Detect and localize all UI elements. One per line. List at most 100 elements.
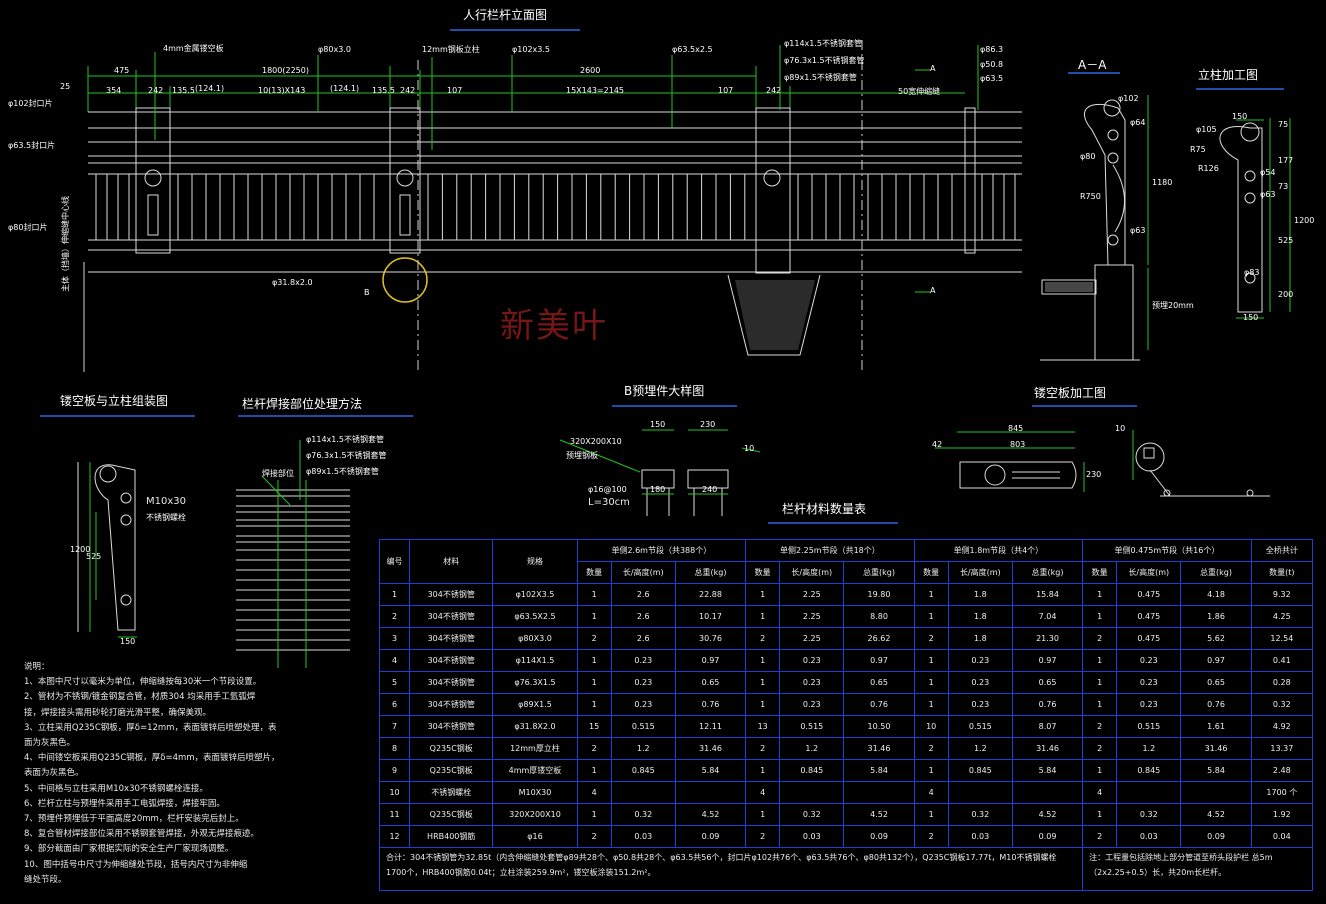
- table-cell: Q235C钢板: [409, 759, 494, 782]
- table-cell: Q235C钢板: [409, 737, 494, 760]
- table-cell: 1: [913, 671, 949, 694]
- table-cell: 1.8: [947, 605, 1013, 628]
- table-cell: 1: [913, 759, 949, 782]
- table-title: 栏杆材料数量表: [782, 502, 867, 516]
- dim-15x143: 15X143=2145: [566, 86, 624, 95]
- table-cell: 2: [745, 737, 781, 760]
- table-cell: 1.61: [1180, 715, 1252, 738]
- table-row: 4 304不锈钢管 φ114X1.5 1 0.23 0.97 1 0.23 0.97 1 0.23 0…: [378, 649, 1314, 672]
- table-cell: 9: [378, 759, 411, 782]
- table-cell: 1: [576, 759, 612, 782]
- table-cell: 7: [378, 715, 411, 738]
- table-cell: 4: [1082, 781, 1118, 804]
- table-cell: 2: [576, 627, 612, 650]
- table-cell: [610, 781, 676, 804]
- table-footer-note: 注：工程量包括除地上部分管道至桥头段护栏 总5m（2x2.25+0.5）长，共2…: [1082, 847, 1313, 891]
- sec-d64: φ64: [1130, 118, 1146, 127]
- table-cell: 0.65: [1011, 671, 1084, 694]
- table-cell: 0.23: [947, 649, 1013, 672]
- th-group-2: 单侧2.25m节段（共18个）: [745, 539, 915, 562]
- table-cell: 2.48: [1250, 759, 1314, 782]
- label-cap-80: φ80封口片: [8, 223, 48, 232]
- table-cell: [1011, 781, 1084, 804]
- post-h1200: 1200: [1294, 216, 1315, 225]
- table-cell: 2: [576, 825, 612, 848]
- table-cell: 0.23: [610, 693, 676, 716]
- table-cell: φ76.3X1.5: [492, 671, 578, 694]
- label-r-d863: φ86.3: [980, 45, 1004, 54]
- table-cell: 2.25: [779, 605, 845, 628]
- sec-h-bot: 预埋20mm: [1152, 301, 1194, 310]
- table-cell: 4.52: [1011, 803, 1084, 826]
- dim-1241a: (124.1): [195, 84, 225, 93]
- table-cell: 1.2: [947, 737, 1013, 760]
- table-cell: 1.86: [1180, 605, 1252, 628]
- table-cell: 2: [913, 737, 949, 760]
- table-cell: 1: [1082, 649, 1118, 672]
- notes-block: 说明： 1、本图中尺寸以毫米为单位，伸缩缝按每30米一个节段设置。 2、管材为不锈…: [24, 660, 280, 888]
- table-cell: 12: [378, 825, 411, 848]
- table-cell: 2: [1082, 715, 1118, 738]
- table-cell: 0.76: [1011, 693, 1084, 716]
- table-cell: 0.97: [843, 649, 915, 672]
- table-cell: 0.23: [1116, 649, 1182, 672]
- table-cell: 1700 个: [1250, 781, 1314, 804]
- table-cell: 1: [913, 583, 949, 606]
- weld-title: 栏杆焊接部位处理方法: [242, 397, 363, 411]
- table-cell: 2.6: [610, 627, 676, 650]
- table-cell: 11: [378, 803, 411, 826]
- table-row: 11 Q235C钢板 320X200X10 1 0.32 4.52 1 0.32 4.52 1 0.…: [378, 803, 1314, 826]
- title-underline: [768, 522, 898, 524]
- note-line: 3、立柱采用Q235C钢板，厚δ=12mm，表面镀锌后喷塑处理，表: [24, 722, 277, 733]
- title-underline: [612, 405, 737, 407]
- table-cell: 0.65: [674, 671, 747, 694]
- th-total: 全桥共计: [1250, 539, 1314, 562]
- table-cell: 2.25: [779, 583, 845, 606]
- table-cell: 304不锈钢管: [409, 605, 494, 628]
- table-cell: 0.515: [610, 715, 676, 738]
- table-row: 9 Q235C钢板 4mm厚镂空板 1 0.845 5.84 1 0.845 5.84 1 0.84…: [378, 759, 1314, 782]
- th-wt: 总重(kg): [1180, 561, 1252, 584]
- table-cell: 21.30: [1011, 627, 1084, 650]
- dim-10x143: 10(13)X143: [258, 86, 306, 95]
- th-group-3: 单侧1.8m节段（共4个）: [913, 539, 1084, 562]
- table-row: 12 HRB400钢筋 φ16 2 0.03 0.09 2 0.03 0.09 2 0.03 0.09…: [378, 825, 1314, 848]
- table-footer-summary: 合计：304不锈钢管为32.85t（内含伸缩缝处套管φ89共28个、φ50.8共…: [378, 847, 1084, 891]
- table-cell: 1.2: [1116, 737, 1182, 760]
- panel-drawing: [935, 430, 1270, 497]
- table-cell: 0.09: [674, 825, 747, 848]
- mark-b: B: [364, 288, 370, 297]
- table-cell: 0.97: [1180, 649, 1252, 672]
- table-cell: 1.8: [947, 583, 1013, 606]
- th-qty: 数量: [576, 561, 612, 584]
- post-h73: 73: [1278, 182, 1289, 191]
- table-cell: 10: [378, 781, 411, 804]
- label-wall-note: 主体（挡墙）伸缩缝中心线: [61, 196, 70, 292]
- weld-d114: φ114x1.5不锈钢套管: [306, 435, 385, 444]
- label-d89: φ89x1.5不锈钢套管: [784, 73, 857, 82]
- table-cell: 2: [1082, 737, 1118, 760]
- table-cell: 0.475: [1116, 583, 1182, 606]
- table-cell: 10: [913, 715, 949, 738]
- panel-w845: 845: [1008, 424, 1024, 433]
- th-len: 长/高度(m): [947, 561, 1013, 584]
- note-line: 10、图中括号中尺寸为伸缩缝处节段，括号内尺寸为非伸缩: [24, 859, 248, 870]
- table-cell: 12mm厚立柱: [492, 737, 578, 760]
- table-cell: 4.52: [674, 803, 747, 826]
- table-cell: 0.28: [1250, 671, 1314, 694]
- elevation-title: 人行栏杆立面图: [463, 8, 548, 22]
- title-underline: [40, 415, 195, 417]
- panel-t10: 10: [1115, 424, 1126, 433]
- table-cell: 0.23: [1116, 693, 1182, 716]
- title-underline: [1196, 88, 1284, 90]
- table-cell: 1: [576, 649, 612, 672]
- post-h200: 200: [1278, 290, 1294, 299]
- post-d63: φ63: [1260, 190, 1276, 199]
- table-cell: 2: [913, 825, 949, 848]
- th-no: 编号: [378, 539, 411, 584]
- note-line: 接，焊接接头需用砂轮打磨光滑平整，确保美观。: [24, 707, 212, 718]
- table-row: 1 304不锈钢管 φ102X3.5 1 2.6 22.88 1 2.25 19.80 1 1.8 1…: [378, 583, 1314, 606]
- table-cell: 0.475: [1116, 627, 1182, 650]
- material-table: 编号 材料 规格 单侧2.6m节段（共388个） 单侧2.25m节段（共18个）…: [378, 539, 1314, 891]
- watermark: 新美叶: [500, 306, 608, 346]
